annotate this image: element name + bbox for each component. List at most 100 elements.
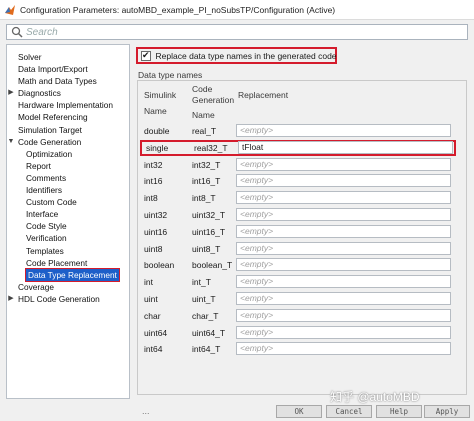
ok-button[interactable]: OK xyxy=(276,405,322,418)
tree-item-comments[interactable]: Comments xyxy=(7,172,129,184)
simulink-type-name: uint32 xyxy=(144,210,168,220)
simulink-type-name: single xyxy=(146,142,169,153)
simulink-type-name: int32 xyxy=(144,159,163,170)
more-ellipsis: ... xyxy=(142,406,150,416)
simulink-type-name: int xyxy=(144,277,153,288)
tree-item-solver[interactable]: Solver xyxy=(7,51,129,63)
simulink-type-name: int16 xyxy=(144,176,163,187)
tree-item-hdl-code-generation[interactable]: ▶ HDL Code Generation xyxy=(7,293,129,305)
replacement-name-field[interactable]: <empty> xyxy=(236,258,451,272)
tree-item-label: Optimization xyxy=(26,148,73,159)
codegen-type-name: uint8_T xyxy=(192,243,221,254)
simulink-type-name: char xyxy=(144,310,161,321)
tree-item-label: Identifiers xyxy=(26,185,62,196)
replacement-name-field[interactable]: <empty> xyxy=(236,292,451,305)
tree-item-label: Code Style xyxy=(26,221,67,232)
replace-checkbox[interactable]: ✔ xyxy=(141,50,151,61)
tree-item-label: Hardware Implementation xyxy=(18,100,113,111)
tree-item-label: Simulation Target xyxy=(18,124,82,135)
simulink-type-name: uint64 xyxy=(144,327,168,338)
data-type-names-group: Simulink Name Code Generation Name Repla… xyxy=(137,80,468,416)
tree-item-templates[interactable]: Templates xyxy=(7,245,129,257)
codegen-type-name: int_T xyxy=(192,277,211,288)
tree-item-data-import-export[interactable]: Data Import/Export xyxy=(7,63,129,75)
window-title: Configuration Parameters: autoMBD_exampl… xyxy=(20,4,336,15)
codegen-type-name: real32_T xyxy=(194,142,228,153)
replacement-name-field[interactable]: <empty> xyxy=(236,308,451,322)
replacement-name-field[interactable]: <empty> xyxy=(236,174,451,188)
tree-item-interface[interactable]: Interface xyxy=(7,208,129,220)
header-simulink: Simulink Name xyxy=(144,90,176,117)
tree-item-label: Comments xyxy=(26,172,67,183)
tree-item-label: Model Referencing xyxy=(18,112,88,123)
tree-item-diagnostics[interactable]: ▶ Diagnostics xyxy=(7,87,129,99)
tree-item-label: Report xyxy=(26,160,51,171)
header-codegen-line2: Generation xyxy=(192,95,235,105)
tree-item-label: Code Generation xyxy=(18,136,82,147)
data-type-row: char char_T <empty> xyxy=(138,308,468,324)
tree-item-verification[interactable]: Verification xyxy=(7,232,129,244)
tree-item-simulation-target[interactable]: Simulation Target xyxy=(7,124,129,136)
tree-item-identifiers[interactable]: Identifiers xyxy=(7,184,129,196)
tree-item-label: Data Type Replacement xyxy=(25,267,120,282)
simulink-type-name: uint xyxy=(144,294,158,304)
data-type-row: int64 int64_T <empty> xyxy=(138,341,468,357)
tree-item-data-type-replacement[interactable]: Data Type Replacement xyxy=(7,267,129,282)
search-box[interactable] xyxy=(6,24,468,40)
replacement-name-field[interactable]: <empty> xyxy=(236,342,451,356)
codegen-type-name: real_T xyxy=(192,126,217,136)
help-button[interactable]: Help xyxy=(376,405,422,418)
replacement-name-field[interactable]: <empty> xyxy=(236,224,451,238)
tree-item-code-placement[interactable]: Code Placement xyxy=(7,257,129,269)
collapse-arrow-icon[interactable]: ▶ xyxy=(7,293,15,305)
settings-tree: Solver Data Import/Export Math and Data Ty… xyxy=(6,44,130,399)
simulink-type-name: uint16 xyxy=(144,226,168,237)
replacement-name-field[interactable]: <empty> xyxy=(236,325,451,339)
tree-item-optimization[interactable]: Optimization xyxy=(7,148,129,160)
tree-item-custom-code[interactable]: Custom Code xyxy=(7,196,129,208)
expand-arrow-icon[interactable]: ▼ xyxy=(7,136,15,148)
data-type-row: uint16 uint16_T <empty> xyxy=(138,224,468,240)
replacement-name-field[interactable]: <empty> xyxy=(236,191,451,205)
tree-item-math-and-data-types[interactable]: Math and Data Types xyxy=(7,75,129,87)
codegen-type-name: uint16_T xyxy=(192,226,226,237)
tree-item-label: Math and Data Types xyxy=(18,76,97,87)
tree-item-coverage[interactable]: Coverage xyxy=(7,281,129,293)
data-type-row: single real32_T tFloat xyxy=(140,139,456,156)
tree-item-code-generation[interactable]: ▼ Code Generation xyxy=(7,136,129,148)
simulink-type-name: uint8 xyxy=(144,243,163,254)
search-input[interactable] xyxy=(26,26,426,38)
header-replacement: Replacement xyxy=(238,90,289,100)
apply-button[interactable]: Apply xyxy=(424,405,470,418)
data-type-row: uint64 uint64_T <empty> xyxy=(138,325,468,341)
collapse-arrow-icon[interactable]: ▶ xyxy=(7,87,15,99)
codegen-type-name: int8_T xyxy=(192,193,216,204)
title-bar: Configuration Parameters: autoMBD_exampl… xyxy=(0,0,474,20)
settings-panel: ✔ Replace data type names in the generat… xyxy=(134,44,470,416)
codegen-type-name: uint64_T xyxy=(192,327,226,338)
replacement-name-field[interactable]: <empty> xyxy=(236,208,451,221)
header-codegen: Code Generation Name xyxy=(192,84,234,121)
tree-item-label: Solver xyxy=(18,52,42,62)
simulink-type-name: double xyxy=(144,126,170,136)
data-type-row: uint8 uint8_T <empty> xyxy=(138,241,468,257)
replace-option-highlight: ✔ Replace data type names in the generat… xyxy=(136,47,337,64)
replacement-name-field[interactable]: <empty> xyxy=(236,157,451,171)
cancel-button[interactable]: Cancel xyxy=(326,405,372,418)
replacement-name-field[interactable]: tFloat xyxy=(238,140,453,154)
replacement-name-field[interactable]: <empty> xyxy=(236,275,451,289)
replacement-name-field[interactable]: <empty> xyxy=(236,124,451,137)
simulink-type-name: int64 xyxy=(144,344,163,355)
tree-item-model-referencing[interactable]: Model Referencing xyxy=(7,111,129,123)
tree-item-label: Data Import/Export xyxy=(18,64,88,75)
codegen-type-name: uint_T xyxy=(192,294,216,304)
replace-checkbox-label[interactable]: Replace data type names in the generated… xyxy=(156,51,337,61)
tree-item-report[interactable]: Report xyxy=(7,160,129,172)
header-simulink-line2: Name xyxy=(144,106,167,116)
tree-item-label: Custom Code xyxy=(26,197,77,208)
tree-item-code-style[interactable]: Code Style xyxy=(7,220,129,232)
search-icon xyxy=(11,26,23,38)
tree-item-hardware-implementation[interactable]: Hardware Implementation xyxy=(7,99,129,111)
codegen-type-name: char_T xyxy=(192,310,219,321)
replacement-name-field[interactable]: <empty> xyxy=(236,241,451,255)
